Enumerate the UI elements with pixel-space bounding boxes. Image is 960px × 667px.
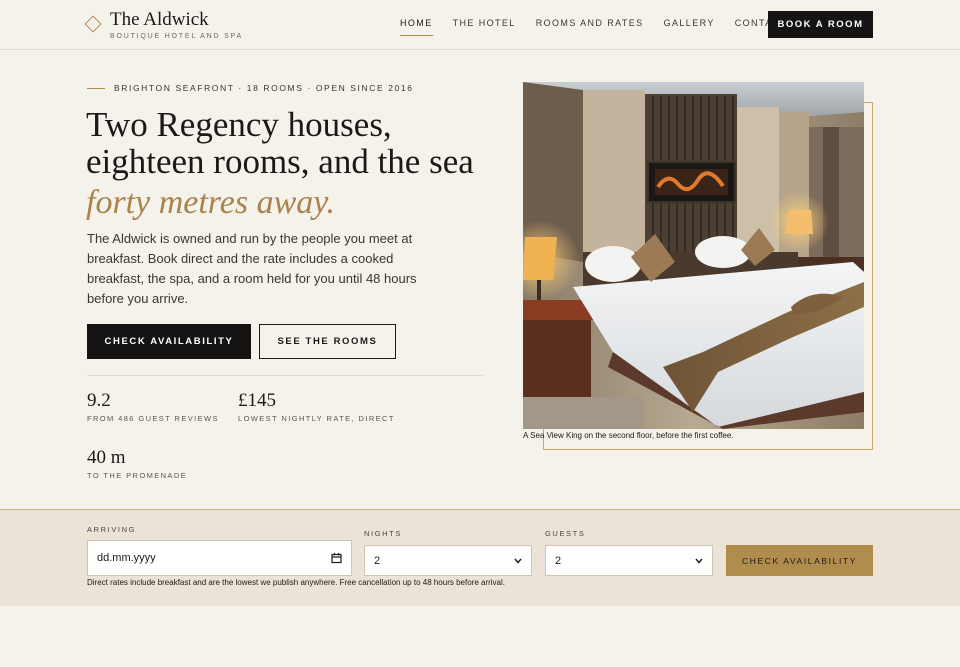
guests-label: GUESTS — [545, 529, 586, 538]
guests-value: 2 — [555, 554, 562, 567]
brand-tagline: BOUTIQUE HOTEL AND SPA — [110, 33, 243, 40]
eyebrow-text: BRIGHTON SEAFRONT · 18 ROOMS · OPEN SINC… — [114, 83, 414, 93]
hero-image-caption: A Sea View King on the second floor, bef… — [523, 431, 734, 440]
stat-value: £145 — [238, 390, 276, 411]
arriving-date-input[interactable]: dd.mm.yyyy — [87, 540, 352, 576]
stat-label: TO THE PROMENADE — [87, 471, 188, 480]
booking-check-availability-button[interactable]: CHECK AVAILABILITY — [726, 545, 873, 576]
book-a-room-button[interactable]: BOOK A ROOM — [768, 11, 873, 38]
hero-room-photo — [523, 82, 864, 429]
brand-name: The Aldwick — [110, 9, 209, 30]
calendar-icon[interactable] — [331, 553, 342, 564]
nav-item-rooms-and-rates[interactable]: ROOMS AND RATES — [536, 18, 644, 36]
hero-title: Two Regency houses, eighteen rooms, and … — [86, 106, 506, 180]
hero-title-line-2: eighteen rooms, and the sea — [86, 142, 474, 181]
stat-distance: 40 m TO THE PROMENADE — [87, 447, 187, 480]
nights-value: 2 — [374, 554, 381, 567]
hero-title-emphasis: forty metres away. — [86, 184, 335, 221]
booking-note: Direct rates include breakfast and are t… — [87, 578, 506, 587]
nav-item-home[interactable]: HOME — [400, 18, 433, 36]
arriving-label: ARRIVING — [87, 525, 137, 534]
main-nav: HOME THE HOTEL ROOMS AND RATES GALLERY C… — [400, 18, 807, 36]
diamond-logo-icon — [84, 15, 102, 33]
nights-select[interactable]: 2 — [364, 545, 532, 576]
hero-eyebrow: BRIGHTON SEAFRONT · 18 ROOMS · OPEN SINC… — [87, 83, 414, 93]
chevron-down-icon — [514, 558, 522, 564]
stats-divider — [87, 375, 483, 376]
arriving-date-placeholder: dd.mm.yyyy — [97, 552, 156, 564]
nav-item-the-hotel[interactable]: THE HOTEL — [453, 18, 516, 36]
nav-item-gallery[interactable]: GALLERY — [664, 18, 715, 36]
stat-label: LOWEST NIGHTLY RATE, DIRECT — [238, 414, 395, 423]
hero-title-line-1: Two Regency houses, — [86, 105, 392, 144]
site-header: The Aldwick BOUTIQUE HOTEL AND SPA HOME … — [0, 0, 960, 50]
stat-value: 40 m — [87, 447, 126, 468]
stat-label: FROM 486 GUEST REVIEWS — [87, 414, 219, 423]
stat-rating: 9.2 FROM 486 GUEST REVIEWS — [87, 390, 219, 423]
stat-value: 9.2 — [87, 390, 111, 411]
hero-lede: The Aldwick is owned and run by the peop… — [87, 231, 417, 306]
brand-logo[interactable]: The Aldwick BOUTIQUE HOTEL AND SPA — [84, 9, 243, 40]
check-availability-button[interactable]: CHECK AVAILABILITY — [87, 324, 251, 359]
see-the-rooms-button[interactable]: SEE THE ROOMS — [259, 324, 396, 359]
eyebrow-rule — [87, 87, 105, 89]
guests-select[interactable]: 2 — [545, 545, 713, 576]
nights-label: NIGHTS — [364, 529, 402, 538]
chevron-down-icon — [695, 558, 703, 564]
stat-price: £145 LOWEST NIGHTLY RATE, DIRECT — [238, 390, 395, 423]
